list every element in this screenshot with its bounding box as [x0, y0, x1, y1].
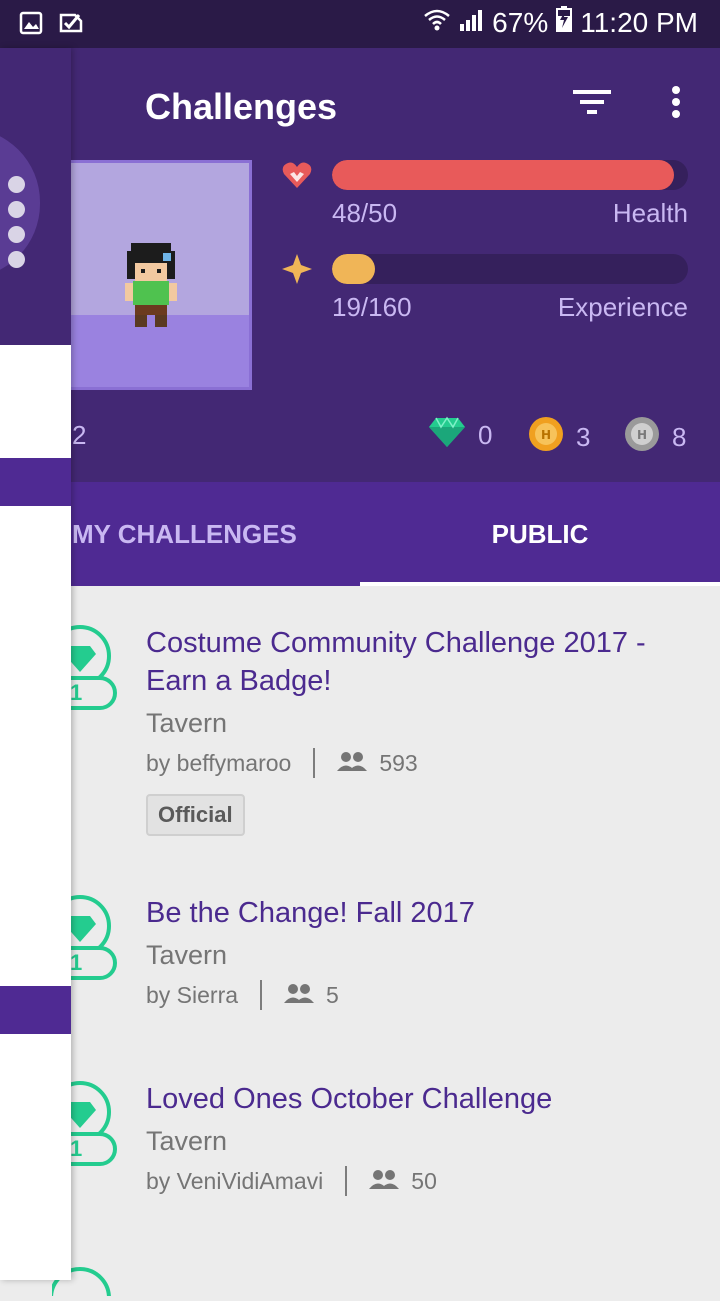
health-value: 48/50 [332, 198, 398, 228]
tab-my-challenges[interactable]: MY CHALLENGES [72, 482, 360, 586]
header: Challenges 48/50 Health 19/160 Experienc… [0, 48, 720, 482]
status-bar: 67% 11:20 PM [0, 0, 720, 48]
level-number: 2 [72, 420, 87, 450]
drawer-section-header [0, 458, 71, 506]
members-icon [337, 750, 368, 777]
signal-icon [458, 7, 484, 39]
battery-percent: 67% [492, 6, 549, 38]
image-icon [18, 10, 44, 36]
divider [313, 748, 316, 778]
official-badge: Official [146, 794, 245, 836]
health-label: Health [612, 198, 688, 228]
more-vert-icon [671, 85, 681, 124]
gold-coin-icon: H [528, 416, 564, 459]
experience-bar-fill [332, 254, 375, 284]
challenge-meta: by beffymaroo 593 [146, 748, 418, 778]
battery-charging-icon [556, 6, 573, 39]
challenge-title: Be the Change! Fall 2017 [146, 897, 475, 929]
challenge-group: Tavern [146, 940, 228, 970]
svg-text:H: H [637, 428, 647, 442]
drawer-section-header [0, 986, 71, 1034]
star-icon [282, 254, 312, 284]
filter-icon [573, 88, 611, 121]
avatar[interactable] [60, 160, 252, 390]
drawer-header [0, 48, 71, 345]
health-bar-fill [332, 160, 674, 190]
navigation-drawer[interactable] [0, 48, 71, 1280]
challenge-title: Costume Community Challenge 2017 - Earn … [146, 627, 646, 697]
gem-icon [428, 416, 466, 455]
tab-bar: MY CHALLENGES PUBLIC [0, 482, 720, 586]
silver-coin-icon: H [624, 416, 660, 459]
experience-bar [332, 254, 688, 284]
challenge-meta: by Sierra 5 [146, 980, 339, 1010]
gold-count: 3 [576, 422, 591, 452]
drawer-dots [8, 176, 25, 268]
member-count: 5 [326, 981, 339, 1008]
gold-counter[interactable]: H 3 [528, 416, 590, 459]
challenge-leader: by Sierra [146, 981, 239, 1008]
svg-text:H: H [541, 428, 551, 442]
prize-count: 1 [70, 950, 83, 975]
member-count: 50 [411, 1167, 437, 1194]
challenge-meta: by VeniVidiAmavi 50 [146, 1166, 437, 1196]
hourglass-counter[interactable]: H 8 [624, 416, 686, 459]
clock: 11:20 PM [580, 6, 698, 38]
challenge-title: Loved Ones October Challenge [146, 1083, 553, 1115]
gem-count: 0 [478, 420, 493, 450]
challenge-group: Tavern [146, 708, 228, 738]
check-notify-icon [58, 10, 84, 36]
prize-count: 1 [70, 1136, 83, 1161]
divider [260, 980, 263, 1010]
wifi-icon [424, 7, 450, 39]
gems-counter[interactable]: 0 [428, 416, 492, 455]
filter-button[interactable] [572, 84, 612, 124]
prize-count: 1 [70, 680, 83, 705]
tab-public[interactable]: PUBLIC [360, 482, 720, 586]
heart-icon [282, 160, 312, 190]
experience-value: 19/160 [332, 292, 412, 322]
hourglass-count: 8 [672, 422, 687, 452]
member-count: 593 [379, 749, 418, 776]
tab-indicator [360, 582, 720, 586]
members-icon [284, 982, 315, 1009]
more-options-button[interactable] [656, 84, 696, 124]
avatar-sprite [125, 243, 177, 327]
challenge-leader: by beffymaroo [146, 749, 292, 776]
members-icon [369, 1168, 400, 1195]
divider [345, 1166, 348, 1196]
experience-label: Experience [557, 292, 688, 322]
page-title: Challenges [145, 86, 338, 127]
challenge-leader: by VeniVidiAmavi [146, 1167, 324, 1194]
challenges-screen: Challenges 48/50 Health 19/160 Experienc… [0, 48, 720, 1301]
challenge-group: Tavern [146, 1126, 228, 1156]
health-bar [332, 160, 688, 190]
